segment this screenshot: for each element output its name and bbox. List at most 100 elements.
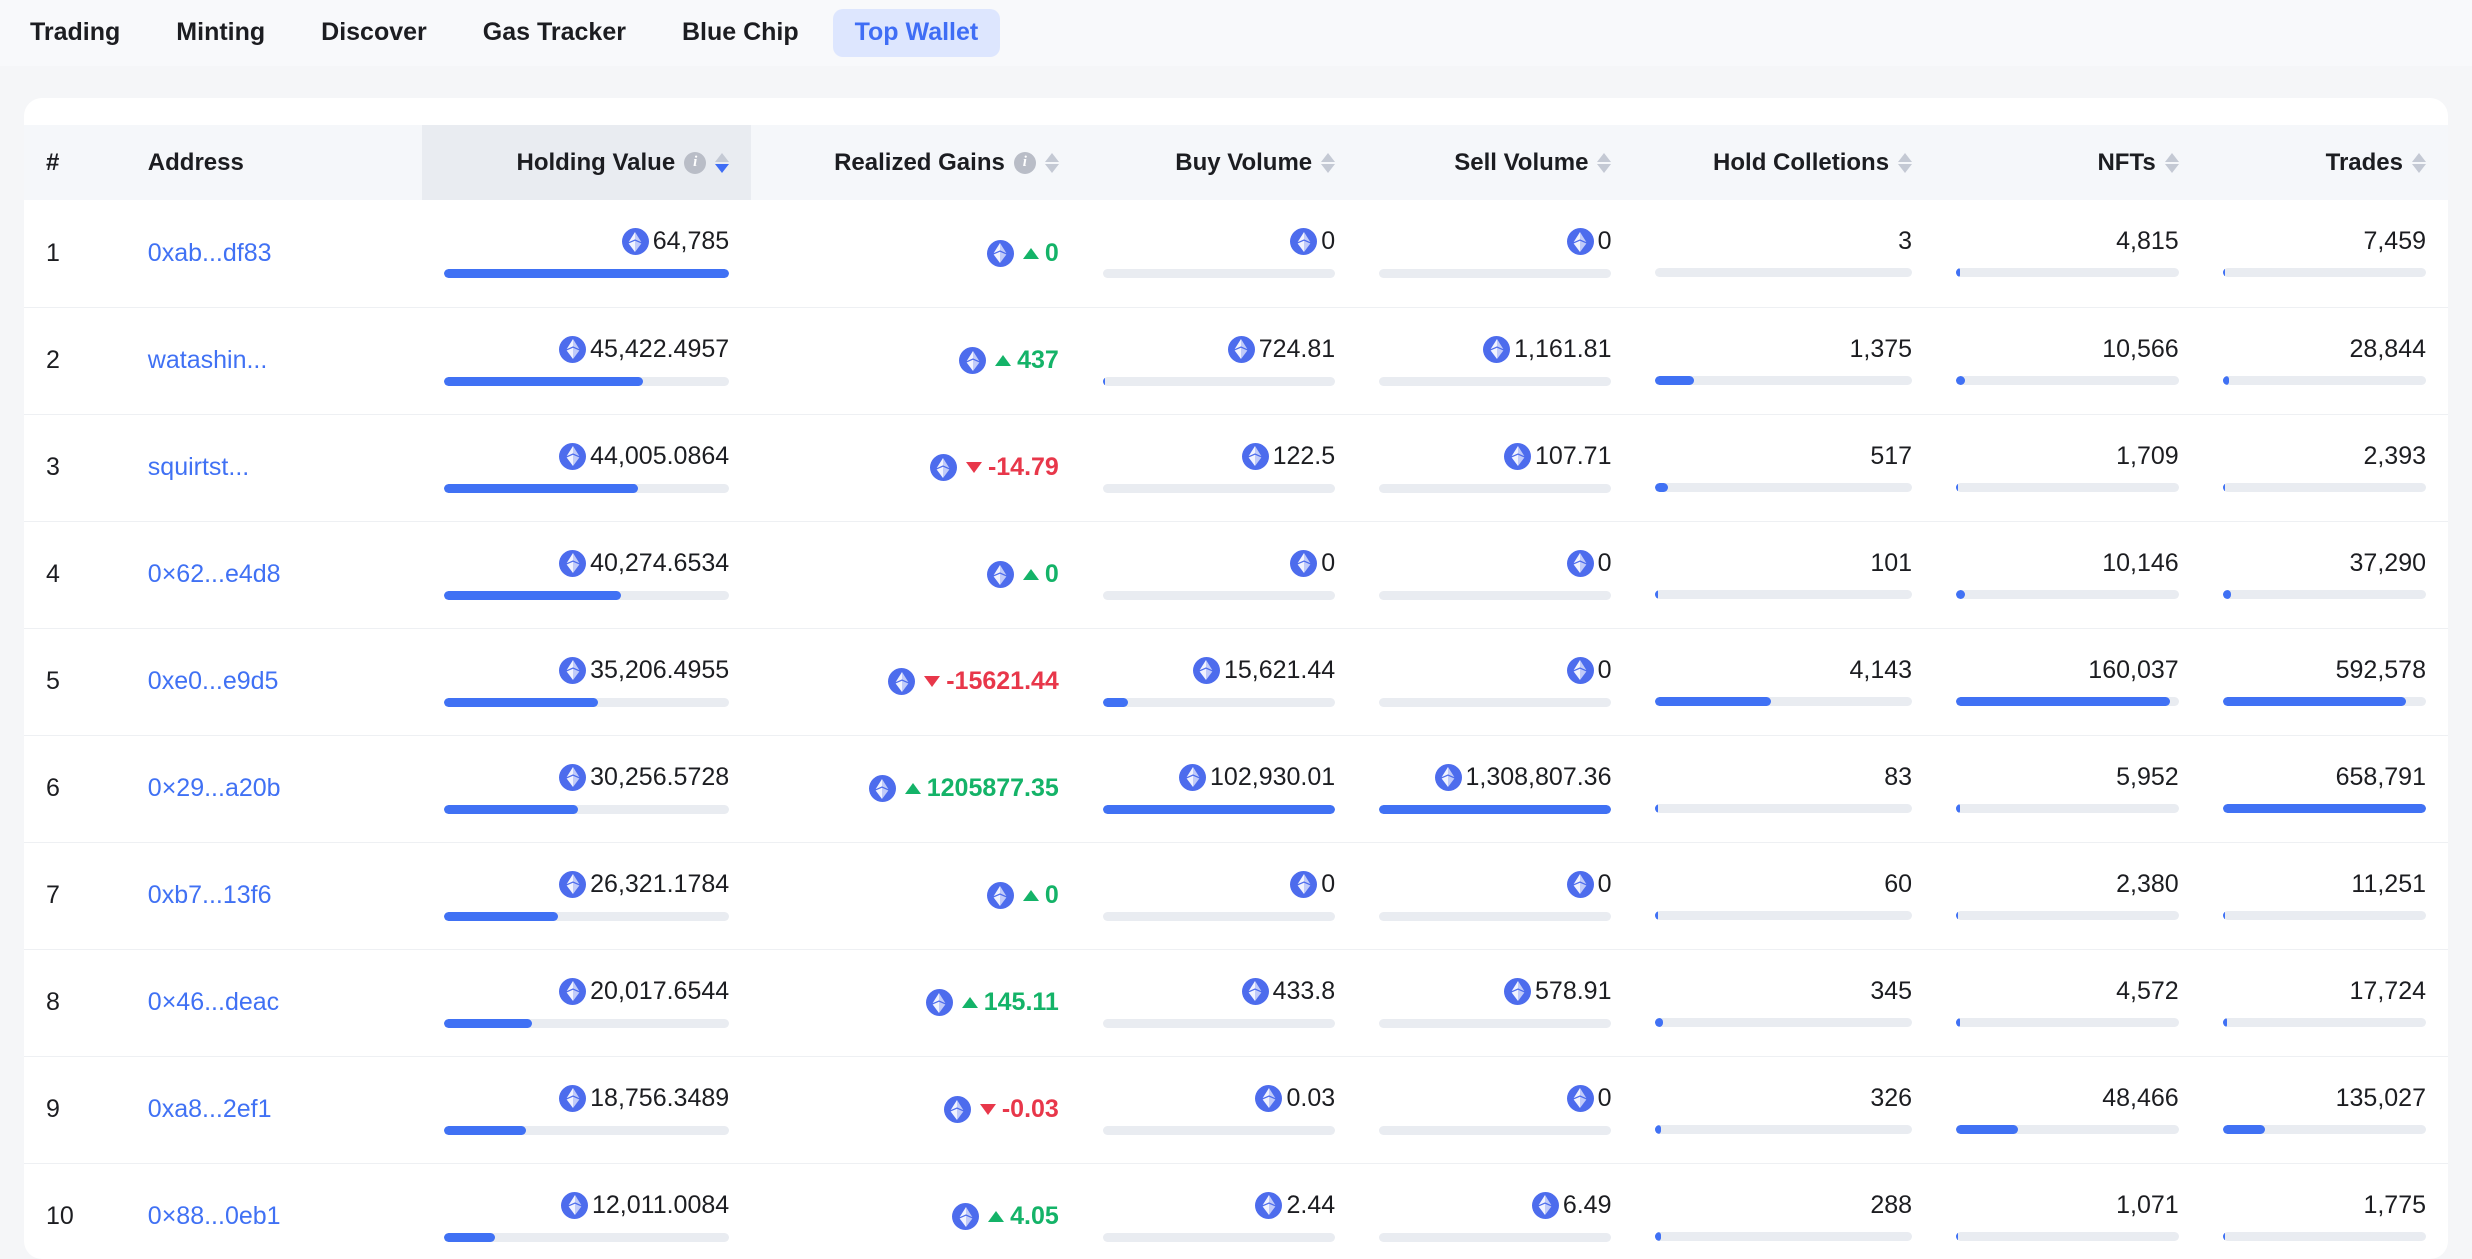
nav-item-discover[interactable]: Discover <box>299 9 449 57</box>
table-row[interactable]: 10 0×88...0eb1 12,011.0084 4.05 2.44 6.49 288 1… <box>24 1163 2448 1259</box>
buy_volume-value: 0 <box>1103 228 1335 256</box>
buy_volume-progress-fill <box>1102 804 1336 814</box>
column-header-controls[interactable] <box>1597 152 1612 173</box>
sell_volume-progress-track <box>1379 697 1612 707</box>
nav-item-gas-tracker[interactable]: Gas Tracker <box>461 9 648 57</box>
address-link[interactable]: 0xe0...e9d5 <box>148 667 279 695</box>
buy_volume-value: 0.03 <box>1103 1084 1335 1112</box>
metric-amount: 5,952 <box>2116 762 2179 791</box>
column-header-controls[interactable] <box>2412 152 2426 173</box>
sell_volume-cell: 0 <box>1357 200 1633 307</box>
metric-amount: 18,756.3489 <box>590 1083 730 1112</box>
buy_volume-cell: 0 <box>1081 521 1357 628</box>
sort-icon[interactable] <box>2164 152 2179 173</box>
table-row[interactable]: 5 0xe0...e9d5 35,206.4955 -15621.44 15,621.4… <box>24 628 2448 735</box>
sort-icon[interactable] <box>715 152 730 173</box>
nav-item-blue-chip[interactable]: Blue Chip <box>660 9 821 57</box>
holding_value-cell: 12,011.0084 <box>422 1163 752 1259</box>
metric-amount: 288 <box>1870 1190 1913 1219</box>
column-header-realized_gains[interactable]: Realized Gains i <box>751 125 1081 200</box>
sort-icon[interactable] <box>1898 152 1913 173</box>
eth-icon <box>1504 977 1532 1005</box>
realized_gains-value: 4.05 <box>773 1203 1059 1230</box>
holding_value-cell: 35,206.4955 <box>422 628 752 735</box>
info-icon[interactable]: i <box>1013 151 1036 174</box>
gain-amount: 145.11 <box>983 988 1059 1016</box>
nfts-progress-track <box>1956 589 2179 599</box>
eth-icon <box>986 239 1014 267</box>
address-cell: watashin... <box>126 307 422 414</box>
sort-icon[interactable] <box>1597 152 1612 173</box>
eth-icon <box>561 1191 588 1219</box>
table-row[interactable]: 2 watashin... 45,422.4957 437 724.81 1,161.81… <box>24 307 2448 414</box>
table-row[interactable]: 9 0xa8...2ef1 18,756.3489 -0.03 0.03 0 326 48,4… <box>24 1056 2448 1163</box>
trend-down-icon <box>979 1104 996 1115</box>
address-link[interactable]: watashin... <box>148 346 268 374</box>
nfts-progress-track <box>1956 803 2179 813</box>
column-header-controls[interactable] <box>1321 152 1336 173</box>
table-header: # Address Holding Value i Realized Gains i Buy… <box>24 125 2448 200</box>
table-row[interactable]: 6 0×29...a20b 30,256.5728 1205877.35 102,930… <box>24 735 2448 842</box>
info-icon[interactable]: i <box>684 151 707 174</box>
trades-progress-fill <box>2222 375 2229 385</box>
column-header-controls[interactable] <box>1898 152 1913 173</box>
sort-icon[interactable] <box>1321 152 1336 173</box>
sell_volume-value: 1,161.81 <box>1379 335 1611 363</box>
metric-amount: 6.49 <box>1562 1190 1612 1219</box>
sell_volume-cell: 0 <box>1357 521 1633 628</box>
address-link[interactable]: 0×62...e4d8 <box>148 560 281 588</box>
metric-amount: 0 <box>1597 655 1612 684</box>
address-link[interactable]: 0xb7...13f6 <box>148 881 272 909</box>
address-link[interactable]: 0xa8...2ef1 <box>148 1095 272 1123</box>
address-link[interactable]: 0×46...deac <box>148 988 279 1016</box>
column-header-nfts[interactable]: NFTs <box>1934 125 2201 200</box>
column-header-sell_volume[interactable]: Sell Volume <box>1357 125 1633 200</box>
sell_volume-value: 0 <box>1379 870 1611 898</box>
trades-value: 2,393 <box>2223 441 2426 470</box>
column-header-holding_value[interactable]: Holding Value i <box>421 125 752 200</box>
column-header-buy_volume[interactable]: Buy Volume <box>1081 125 1357 200</box>
address-link[interactable]: 0×29...a20b <box>148 774 281 802</box>
realized_gains-value: 437 <box>773 347 1059 374</box>
nav-item-top-wallet[interactable]: Top Wallet <box>832 9 1001 57</box>
metric-amount: 2,393 <box>2363 441 2426 470</box>
address-cell: 0×46...deac <box>126 949 422 1056</box>
nfts-progress-fill <box>1956 268 1961 278</box>
holding_value-progress-fill <box>443 590 621 600</box>
address-cell: 0×62...e4d8 <box>126 521 422 628</box>
eth-icon <box>1531 1191 1559 1219</box>
table-row[interactable]: 1 0xab...df83 64,785 0 0 0 3 4,815 7,459 <box>24 200 2448 307</box>
hold_collections-progress-fill <box>1655 803 1659 813</box>
hold_collections-progress-fill <box>1655 375 1694 385</box>
nav-item-trading[interactable]: Trading <box>8 9 142 57</box>
column-header-hold_collections[interactable]: Hold Colletions <box>1633 125 1934 200</box>
nfts-progress-track <box>1956 482 2179 492</box>
metric-amount: 658,791 <box>2335 762 2426 791</box>
buy_volume-progress-fill <box>1102 376 1106 386</box>
column-header-controls[interactable]: i <box>684 151 730 174</box>
column-header-trades[interactable]: Trades <box>2201 125 2448 200</box>
metric-amount: 0 <box>1597 548 1612 577</box>
nfts-progress-track <box>1956 1231 2179 1241</box>
nfts-progress-fill <box>1956 696 2170 706</box>
column-header-controls[interactable]: i <box>1013 151 1059 174</box>
hold_collections-cell: 517 <box>1633 414 1934 521</box>
column-header-controls[interactable] <box>2164 152 2179 173</box>
nav-item-minting[interactable]: Minting <box>154 9 287 57</box>
sort-icon[interactable] <box>1044 152 1059 173</box>
metric-amount: 0 <box>1321 548 1336 577</box>
address-link[interactable]: 0xab...df83 <box>148 239 272 267</box>
realized_gains-cell: -14.79 <box>751 414 1081 521</box>
table-row[interactable]: 4 0×62...e4d8 40,274.6534 0 0 0 101 10,146 37,29… <box>24 521 2448 628</box>
trades-progress-track <box>2222 910 2426 920</box>
table-row[interactable]: 8 0×46...deac 20,017.6544 145.11 433.8 578.91… <box>24 949 2448 1056</box>
trend-up-icon <box>904 783 921 794</box>
sort-icon[interactable] <box>2412 152 2426 173</box>
address-link[interactable]: 0×88...0eb1 <box>148 1202 281 1230</box>
table-row[interactable]: 3 squirtst... 44,005.0864 -14.79 122.5 107.71… <box>24 414 2448 521</box>
table-row[interactable]: 7 0xb7...13f6 26,321.1784 0 0 0 60 2,380 11,251 <box>24 842 2448 949</box>
address-link[interactable]: squirtst... <box>148 453 249 481</box>
metric-amount: 44,005.0864 <box>590 441 730 470</box>
sell_volume-progress-track <box>1379 1018 1612 1028</box>
rank-cell: 3 <box>46 453 60 481</box>
